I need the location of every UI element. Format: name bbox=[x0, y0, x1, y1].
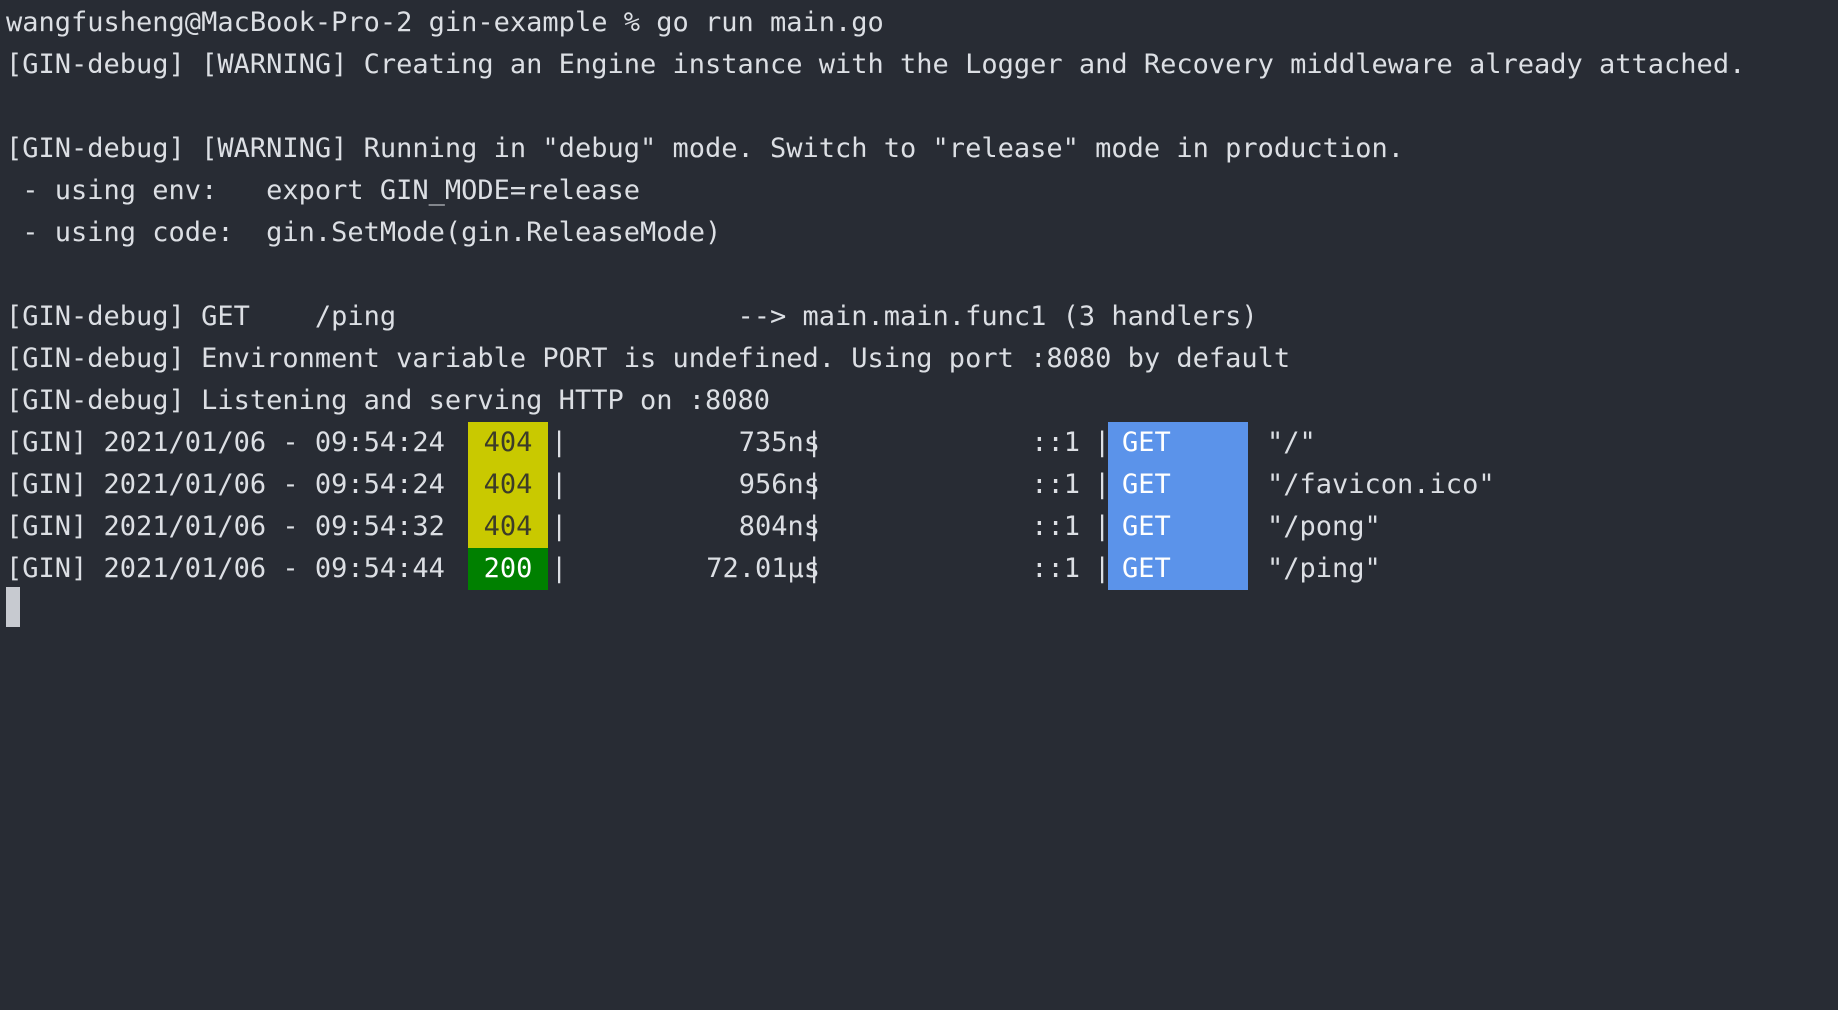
request-path: "/pong" bbox=[1267, 511, 1381, 542]
request-log-row: [GIN] 2021/01/06 - 09:54:32 | 404 | 804n… bbox=[0, 506, 1838, 548]
separator: | bbox=[551, 511, 568, 542]
status-badge: 200 bbox=[468, 548, 548, 590]
log-line-blank bbox=[0, 254, 1838, 296]
request-path: "/" bbox=[1267, 427, 1316, 458]
request-log-row: [GIN] 2021/01/06 - 09:54:24 | 404 | 735n… bbox=[0, 422, 1838, 464]
latency: 735ns bbox=[738, 427, 820, 458]
latency: 72.01µs bbox=[706, 553, 820, 584]
terminal-cursor bbox=[6, 587, 20, 627]
separator: | bbox=[806, 511, 823, 542]
request-path: "/favicon.ico" bbox=[1267, 469, 1495, 500]
latency: 956ns bbox=[738, 469, 820, 500]
method-badge: GET bbox=[1108, 548, 1248, 590]
method-badge: GET bbox=[1108, 422, 1248, 464]
request-path: "/ping" bbox=[1267, 553, 1381, 584]
log-line-port-undefined: [GIN-debug] Environment variable PORT is… bbox=[6, 343, 1291, 374]
request-prefix: [GIN] 2021/01/06 - 09:54:24 | bbox=[6, 469, 478, 500]
separator: | bbox=[551, 553, 568, 584]
separator: | bbox=[806, 553, 823, 584]
request-prefix: [GIN] 2021/01/06 - 09:54:44 | bbox=[6, 553, 478, 584]
client-ip: ::1 bbox=[1031, 511, 1080, 542]
request-log-row: [GIN] 2021/01/06 - 09:54:44 | 200 | 72.0… bbox=[0, 548, 1838, 590]
method-badge: GET bbox=[1108, 464, 1248, 506]
separator: | bbox=[806, 469, 823, 500]
status-badge: 404 bbox=[468, 464, 548, 506]
method-badge: GET bbox=[1108, 506, 1248, 548]
separator: | bbox=[551, 427, 568, 458]
log-line-using-env: - using env: export GIN_MODE=release bbox=[6, 175, 640, 206]
log-line-blank bbox=[0, 86, 1838, 128]
client-ip: ::1 bbox=[1031, 553, 1080, 584]
client-ip: ::1 bbox=[1031, 427, 1080, 458]
log-line-route-get-ping: [GIN-debug] GET /ping --> main.main.func… bbox=[6, 301, 1258, 332]
log-line-warning-engine: [GIN-debug] [WARNING] Creating an Engine… bbox=[6, 49, 1746, 80]
request-prefix: [GIN] 2021/01/06 - 09:54:32 | bbox=[6, 511, 478, 542]
log-line-listening: [GIN-debug] Listening and serving HTTP o… bbox=[6, 385, 771, 416]
request-log-row: [GIN] 2021/01/06 - 09:54:24 | 404 | 956n… bbox=[0, 464, 1838, 506]
log-line-using-code: - using code: gin.SetMode(gin.ReleaseMod… bbox=[6, 217, 722, 248]
client-ip: ::1 bbox=[1031, 469, 1080, 500]
status-badge: 404 bbox=[468, 422, 548, 464]
separator: | bbox=[551, 469, 568, 500]
terminal-window[interactable]: wangfusheng@MacBook-Pro-2 gin-example % … bbox=[0, 0, 1838, 646]
prompt-line: wangfusheng@MacBook-Pro-2 gin-example % … bbox=[6, 7, 884, 38]
status-badge: 404 bbox=[468, 506, 548, 548]
latency: 804ns bbox=[738, 511, 820, 542]
separator: | bbox=[806, 427, 823, 458]
log-line-warning-debug-mode: [GIN-debug] [WARNING] Running in "debug"… bbox=[6, 133, 1404, 164]
request-prefix: [GIN] 2021/01/06 - 09:54:24 | bbox=[6, 427, 478, 458]
